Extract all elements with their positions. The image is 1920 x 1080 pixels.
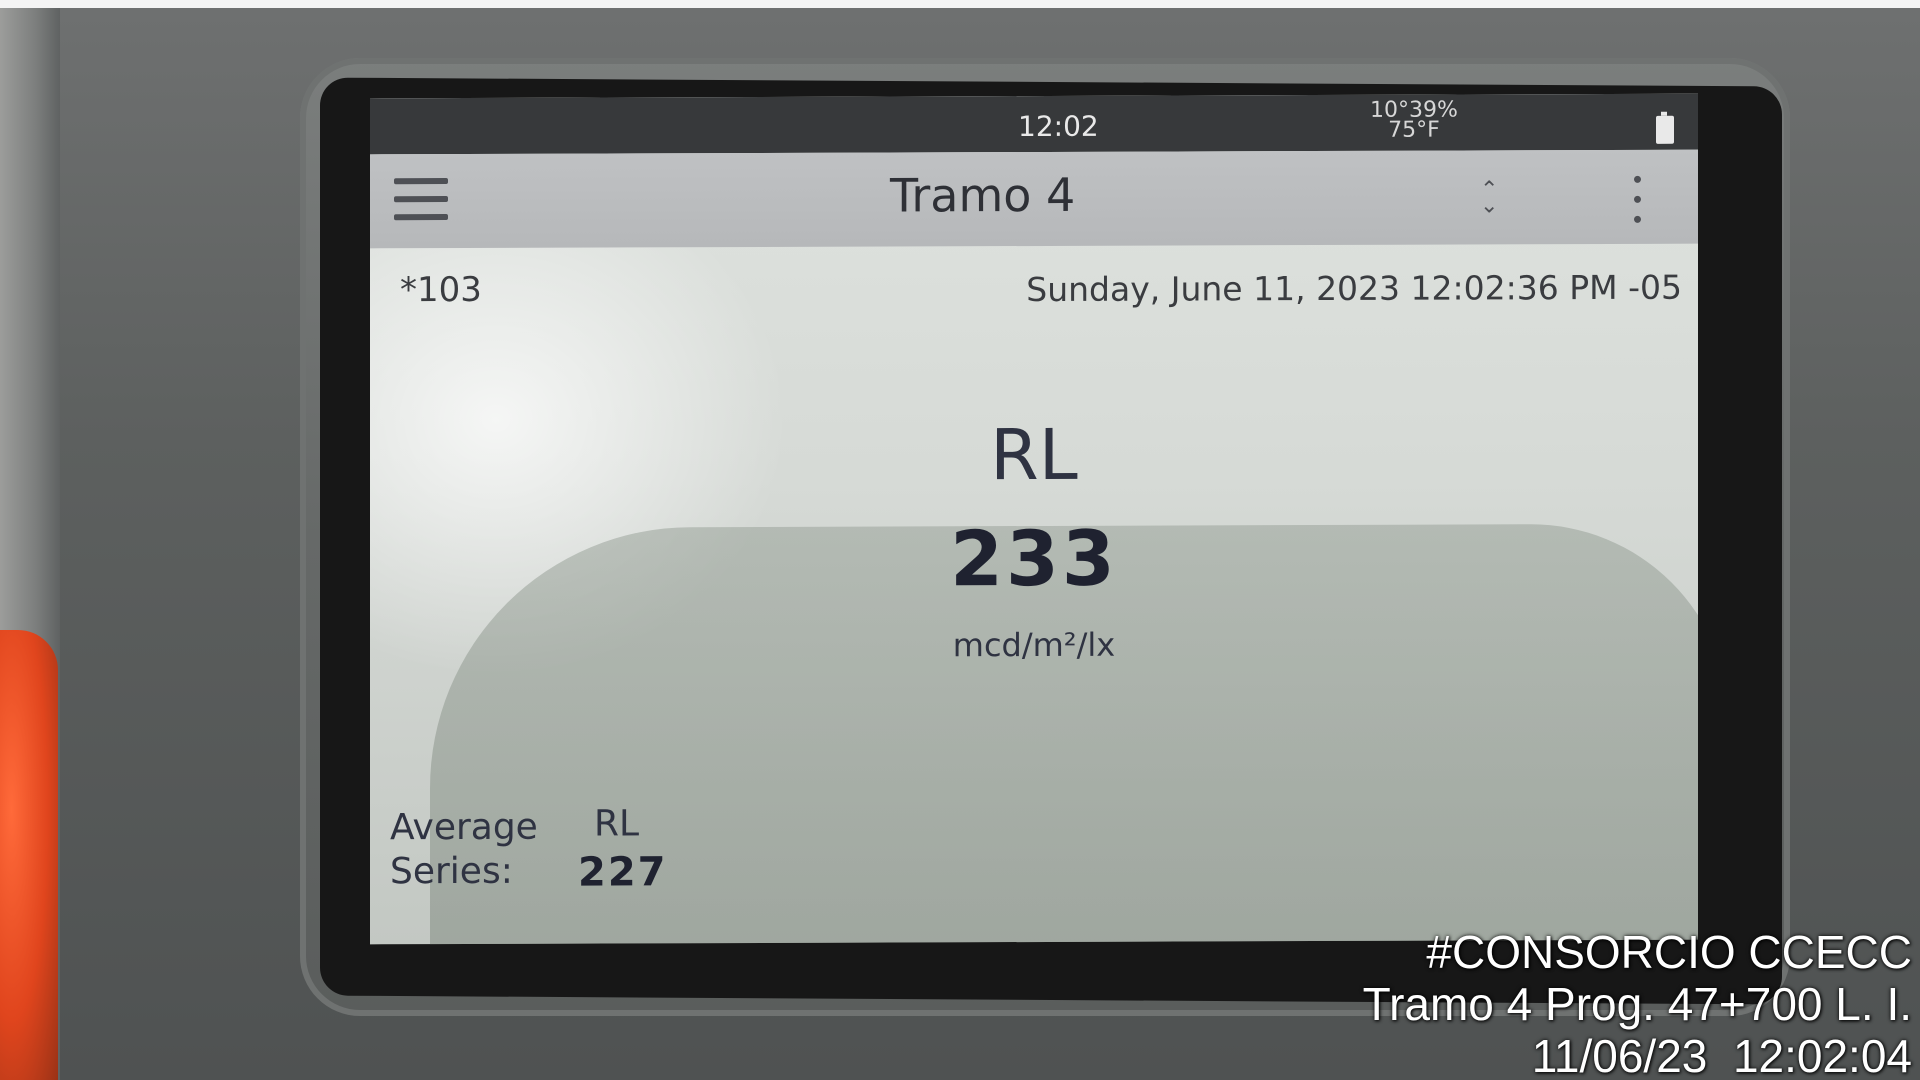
orange-sleeve [0,630,58,1080]
average-metric-label: RL [594,803,640,845]
battery-icon [1656,115,1674,144]
sort-updown-icon[interactable]: ⌃ ⌄ [1480,177,1502,218]
measurement-timestamp: Sunday, June 11, 2023 12:02:36 PM -05 [1026,267,1682,310]
watermark-company: #CONSORCIO CCECC [1426,926,1912,978]
more-vertical-icon[interactable] [1632,175,1642,230]
average-label-line1: Average [390,806,538,849]
metric-unit: mcd/m²/lx [952,625,1116,665]
status-bar: 12:02 10°39% 75°F [370,93,1698,155]
watermark-datetime: 11/06/23 12:02:04 [1531,1030,1912,1080]
environment-readout: 10°39% 75°F [1370,97,1458,143]
metric-value: 233 [950,513,1118,604]
metric-label: RL [990,413,1078,497]
average-series-label: Average Series: [390,806,538,895]
photo-watermark: #CONSORCIO CCECC Tramo 4 Prog. 47+700 L.… [1363,926,1912,1080]
average-metric-value: 227 [578,849,668,896]
photo-top-strip [0,0,1920,8]
watermark-location: Tramo 4 Prog. 47+700 L. I. [1362,978,1912,1030]
record-id: *103 [400,269,482,311]
series-title: Tramo 4 [890,167,1076,223]
hamburger-menu-icon[interactable] [394,176,448,226]
device-screen: 12:02 10°39% 75°F Tramo 4 ⌃ ⌄ *103 Sunday… [370,93,1698,945]
average-label-line2: Series: [390,850,513,893]
status-time: 12:02 [1018,109,1099,144]
toolbar: Tramo 4 ⌃ ⌄ [370,149,1698,249]
